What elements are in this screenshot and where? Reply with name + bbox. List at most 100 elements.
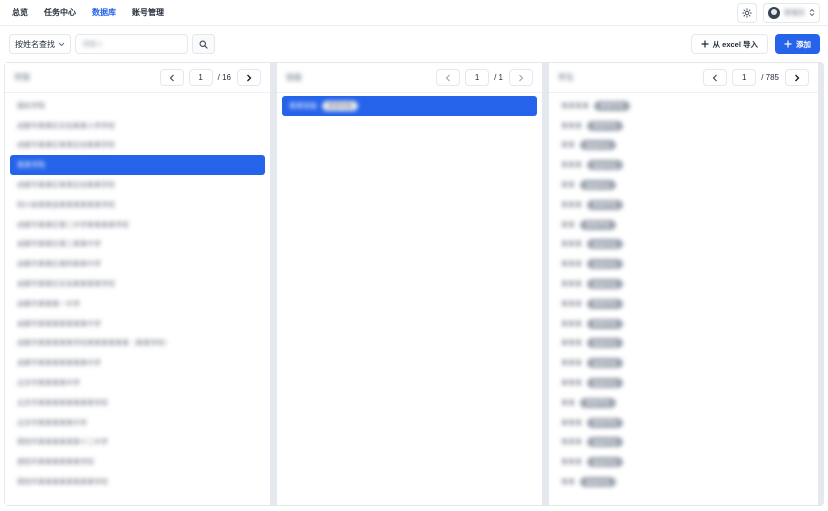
nav-links: 总览 任务中心 数据库 账号管理 — [12, 7, 164, 18]
list-item[interactable]: 成都市某某区某某实验某某学校 — [10, 136, 265, 156]
list-item-label: 某某某 — [561, 459, 582, 467]
list-item-label: 成都市某某区实验某某某某学校 — [17, 281, 115, 289]
page-total: / 785 — [761, 73, 779, 82]
import-excel-label: 从 excel 导入 — [712, 39, 758, 49]
list-item-badge: 某某学生 — [580, 219, 617, 230]
list-item-badge: 某某学生 — [580, 180, 617, 191]
list-item[interactable]: 某某某 某某学生 — [554, 452, 813, 472]
page-input[interactable]: 1 — [188, 69, 213, 86]
search-mode-select[interactable]: 按姓名查找 — [9, 34, 71, 54]
toolbar: 按姓名查找 请输入 从 excel 导入 添加 — [0, 26, 828, 62]
prev-page-button[interactable] — [703, 69, 728, 86]
list-item[interactable]: 某某 某某学生 — [554, 136, 813, 156]
nav-item-overview[interactable]: 总览 — [12, 7, 28, 18]
list-item[interactable]: 某某某 某某学生 — [554, 254, 813, 274]
list-item[interactable]: 成都市某某某某某某某中学 — [10, 314, 265, 334]
list-item[interactable]: 某某某某 某某学生 — [554, 96, 813, 116]
column-header: 学院 1 / 16 — [5, 63, 270, 93]
student-column: 学生 1 / 785 某某某某 某某学生 某某某 某某学生 某某 某某学生 某某某 某某学生某… — [549, 63, 818, 505]
chevron-left-icon — [445, 74, 451, 82]
search-input[interactable]: 请输入 — [75, 34, 188, 54]
list-item-badge: 某某学生 — [587, 417, 624, 428]
list-item[interactable]: 某某 某某学生 — [554, 215, 813, 235]
list-item[interactable]: 某某某 某某学生 — [554, 195, 813, 215]
list-item[interactable]: 四川省某某县某某某某某某学校 — [10, 195, 265, 215]
page-total: / 16 — [217, 73, 231, 82]
next-page-button[interactable] — [509, 69, 533, 86]
list-item[interactable]: 成都市某某第一中学 — [10, 294, 265, 314]
list-item[interactable]: 某某某 某某学生 — [554, 235, 813, 255]
list-item-label: 四川省某某县某某某某某某学校 — [17, 201, 115, 209]
theme-toggle-button[interactable] — [737, 2, 757, 23]
list-item[interactable]: 成都市某某区第三某某中学 — [10, 235, 265, 255]
nav-item-database[interactable]: 数据库 — [92, 7, 116, 18]
nav-item-accounts[interactable]: 账号管理 — [132, 7, 164, 18]
list-item[interactable]: 北京市某某某某某某某某学校 — [10, 393, 265, 413]
import-excel-button[interactable]: 从 excel 导入 — [690, 34, 768, 54]
list-item[interactable]: 国际学院 — [10, 96, 265, 116]
list-item[interactable]: 成都市某某区实验某某某某学校 — [10, 274, 265, 294]
list-item[interactable]: 德阳市某某某某某第十二中学 — [10, 433, 265, 453]
next-page-button[interactable] — [785, 69, 809, 86]
nav-right: 管理员 — [737, 2, 820, 23]
list-item-label: 成都市某某区第二中学某某某某学校 — [17, 221, 129, 229]
search-icon — [199, 40, 208, 49]
college-column: 学院 1 / 16 国际学院成都市某某区实验某某小学学校成都市某某区某某实验某某… — [5, 63, 270, 505]
avatar — [768, 6, 780, 19]
search-mode-value: 按姓名查找 — [15, 39, 55, 49]
list-item[interactable]: 北京市某某某某中学 — [10, 373, 265, 393]
page-input[interactable]: 1 — [465, 69, 490, 86]
data-columns: 学院 1 / 16 国际学院成都市某某区实验某某小学学校成都市某某区某某实验某某… — [4, 62, 824, 506]
user-menu[interactable]: 管理员 — [763, 2, 820, 23]
list-item[interactable]: 某某某 某某学生 — [554, 116, 813, 136]
class-column: 班级 1 / 1 某某班级 某某年级 — [277, 63, 542, 505]
list-item-badge: 某某学生 — [587, 437, 624, 448]
list-item[interactable]: 某某某 某某学生 — [554, 413, 813, 433]
list-item[interactable]: 某某某 某某学生 — [554, 373, 813, 393]
list-item[interactable]: 某某某 某某学生 — [554, 155, 813, 175]
list-item[interactable]: 某某学院 — [10, 155, 265, 176]
list-item[interactable]: 某某某 某某学生 — [554, 353, 813, 373]
list-item[interactable]: 北京市某某某某某中学 — [10, 413, 265, 433]
list-item[interactable]: 某某某 某某学生 — [554, 314, 813, 334]
list-item[interactable]: 成都市某某区第二中学某某某某学校 — [10, 215, 265, 235]
username: 管理员 — [784, 9, 805, 17]
student-list: 某某某某 某某学生 某某某 某某学生 某某 某某学生 某某某 某某学生 某某 某某学生 某某某 某某学… — [549, 93, 818, 495]
list-item-label: 某某 — [561, 142, 575, 150]
chevron-left-icon — [169, 74, 175, 82]
chevron-left-icon — [712, 74, 718, 82]
list-item[interactable]: 某某某 某某学生 — [554, 433, 813, 453]
list-item[interactable]: 成都市某某区实验某某小学学校 — [10, 116, 265, 136]
list-item[interactable]: 某某某 某某学生 — [554, 334, 813, 354]
list-item-label: 成都市某某区实验某某小学学校 — [17, 122, 115, 130]
list-item[interactable]: 德阳市某某某某某某某某学校 — [10, 472, 265, 492]
add-button[interactable]: 添加 — [775, 34, 820, 54]
list-item[interactable]: 成都市某某区某某实验某某学校 — [10, 175, 265, 195]
page-input[interactable]: 1 — [732, 69, 757, 86]
list-item[interactable]: 成都市某某某某某某某中学 — [10, 353, 265, 373]
list-item-label: 成都市某某某某某某某中学 — [17, 320, 101, 328]
list-item-badge: 某某学生 — [587, 298, 624, 309]
page-total: / 1 — [494, 73, 503, 82]
prev-page-button[interactable] — [159, 69, 184, 86]
list-item[interactable]: 某某 某某学生 — [554, 393, 813, 413]
list-item[interactable]: 某某某 某某学生 — [554, 274, 813, 294]
add-label: 添加 — [796, 39, 811, 49]
list-item[interactable]: 成都市某某某某某学校某某某某某某（某某学校） — [10, 334, 265, 354]
nav-item-tasks[interactable]: 任务中心 — [44, 7, 76, 18]
list-item[interactable]: 成都市某某区第四某某中学 — [10, 254, 265, 274]
college-list: 国际学院 成都市某某区实验某某小学学校 成都市某某区某某实验某某学校 某某学院 成都市某… — [5, 93, 270, 495]
pagination: 1 / 785 — [703, 69, 809, 86]
list-item[interactable]: 某某某 某某学生 — [554, 294, 813, 314]
class-list: 某某班级 某某年级 — [277, 93, 542, 119]
list-item-label: 德阳市某某某某某某学校 — [17, 459, 94, 467]
list-item-label: 某某某 — [561, 380, 582, 388]
prev-page-button[interactable] — [436, 69, 461, 86]
list-item[interactable]: 某某 某某学生 — [554, 175, 813, 195]
next-page-button[interactable] — [237, 69, 261, 86]
pagination: 1 / 16 — [159, 69, 261, 86]
list-item[interactable]: 德阳市某某某某某某学校 — [10, 452, 265, 472]
list-item[interactable]: 某某 某某学生 — [554, 472, 813, 492]
search-button[interactable] — [192, 34, 215, 54]
list-item[interactable]: 某某班级 某某年级 — [282, 96, 537, 116]
